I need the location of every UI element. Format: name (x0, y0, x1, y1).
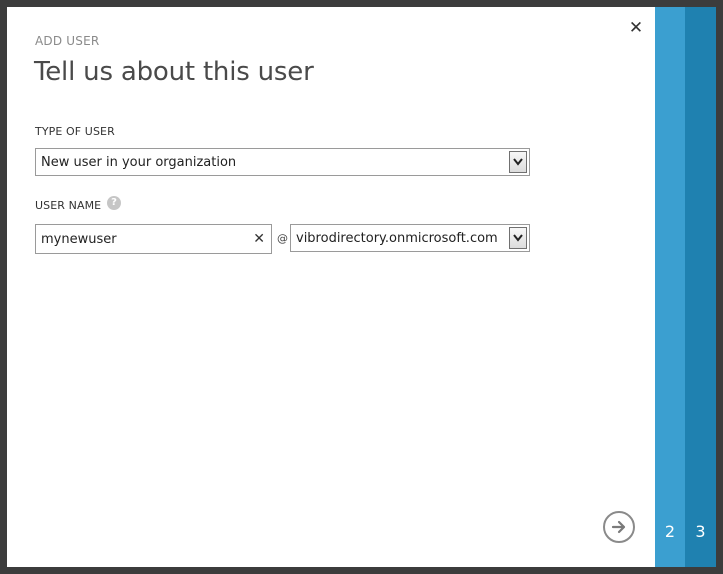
add-user-dialog: ✕ ADD USER Tell us about this user TYPE … (7, 7, 655, 567)
user-name-input[interactable] (36, 225, 241, 253)
step-3-number: 3 (695, 522, 706, 541)
user-name-field[interactable]: ✕ (35, 224, 272, 254)
step-2-number: 2 (664, 522, 676, 541)
domain-select[interactable]: vibrodirectory.onmicrosoft.com (290, 224, 530, 252)
chevron-down-icon[interactable] (509, 227, 527, 249)
page-title: Tell us about this user (34, 57, 314, 87)
user-name-label: USER NAME (35, 199, 102, 212)
arrow-right-icon (611, 520, 626, 534)
step-2-tab[interactable]: 2 (655, 7, 685, 567)
at-separator: @ (277, 232, 288, 245)
next-button[interactable] (603, 511, 635, 543)
dialog-eyebrow: ADD USER (35, 34, 100, 48)
type-of-user-label: TYPE OF USER (35, 125, 115, 138)
step-3-tab[interactable]: 3 (685, 7, 716, 567)
chevron-down-icon[interactable] (509, 151, 527, 173)
type-of-user-selected: New user in your organization (41, 155, 237, 170)
domain-selected: vibrodirectory.onmicrosoft.com (296, 231, 498, 246)
clear-icon[interactable]: ✕ (253, 230, 265, 248)
close-icon[interactable]: ✕ (628, 20, 644, 37)
type-of-user-select[interactable]: New user in your organization (35, 148, 530, 176)
question-mark-icon[interactable]: ? (107, 196, 121, 210)
